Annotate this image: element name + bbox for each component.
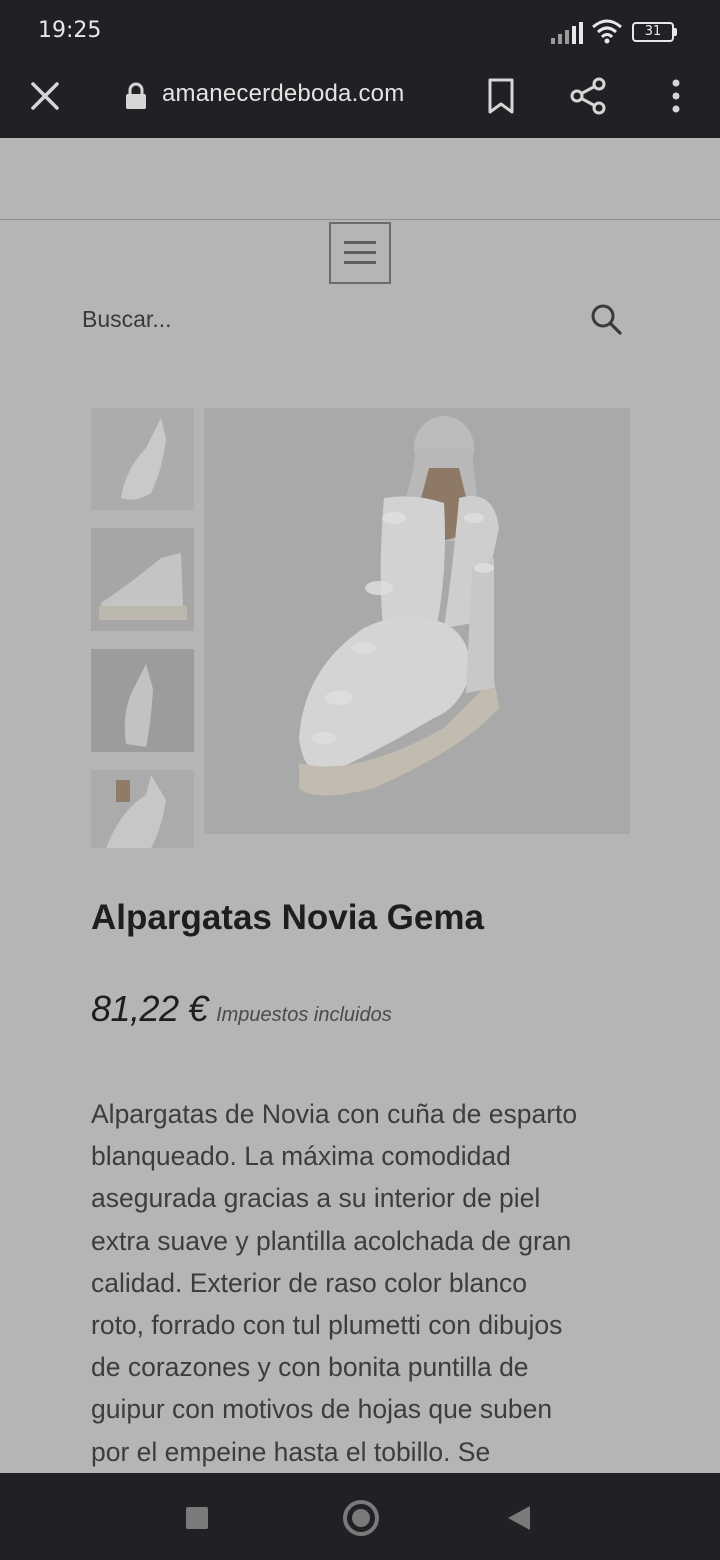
hamburger-icon[interactable]: [329, 222, 391, 284]
lock-icon: [126, 82, 146, 109]
description-line: guipur con motivos de hojas que suben: [91, 1394, 553, 1425]
wifi-icon: [592, 19, 622, 44]
recents-icon[interactable]: [186, 1507, 208, 1529]
share-icon[interactable]: [568, 76, 608, 116]
tax-note: Impuestos incluidos: [216, 1004, 392, 1026]
price-row: 81,22 € Impuestos incluidos: [91, 988, 392, 1030]
description-line: extra suave y plantilla acolchada de gra…: [91, 1225, 572, 1256]
search-input[interactable]: Buscar...: [82, 306, 171, 333]
thumbnail-4[interactable]: [91, 770, 194, 848]
thumbnail-2[interactable]: [91, 528, 194, 631]
description-line: por el empeine hasta el tobillo. Se: [91, 1436, 491, 1467]
battery-icon: 31: [632, 22, 678, 42]
description-line: blanqueado. La máxima comodidad: [91, 1141, 511, 1172]
description-line: Alpargatas de Novia con cuña de esparto: [91, 1099, 578, 1129]
status-bar: 19:25 31: [0, 0, 720, 60]
product-price: 81,22 €: [91, 988, 208, 1029]
product-main-image[interactable]: [204, 408, 630, 834]
site-header: [0, 138, 720, 220]
description-line: calidad. Exterior de raso color blanco: [91, 1267, 528, 1298]
web-page: Buscar... Alpargatas Novia Gema 81,22 € …: [0, 138, 720, 1473]
signal-icon: [551, 22, 583, 44]
url-bar[interactable]: amanecerdeboda.com: [162, 80, 404, 108]
description-line: de corazones y con bonita puntilla de: [91, 1352, 529, 1383]
system-nav-bar: [0, 1473, 720, 1560]
status-time: 19:25: [38, 18, 102, 43]
product-description: Alpargatas de Novia con cuña de esparto …: [91, 1093, 651, 1473]
close-icon[interactable]: [26, 77, 64, 115]
browser-toolbar: amanecerdeboda.com: [0, 60, 720, 138]
description-line: roto, forrado con tul plumetti con dibuj…: [91, 1310, 563, 1341]
thumbnail-3[interactable]: [91, 649, 194, 752]
thumbnail-1[interactable]: [91, 408, 194, 510]
search-icon[interactable]: [589, 302, 623, 336]
battery-level: 31: [632, 22, 674, 42]
product-title: Alpargatas Novia Gema: [91, 898, 484, 937]
search-bar: Buscar...: [82, 298, 622, 340]
description-line: asegurada gracias a su interior de piel: [91, 1183, 541, 1214]
more-vert-icon[interactable]: [662, 76, 690, 116]
home-icon[interactable]: [343, 1500, 379, 1536]
bookmark-icon[interactable]: [484, 77, 518, 115]
back-icon[interactable]: [508, 1506, 530, 1530]
